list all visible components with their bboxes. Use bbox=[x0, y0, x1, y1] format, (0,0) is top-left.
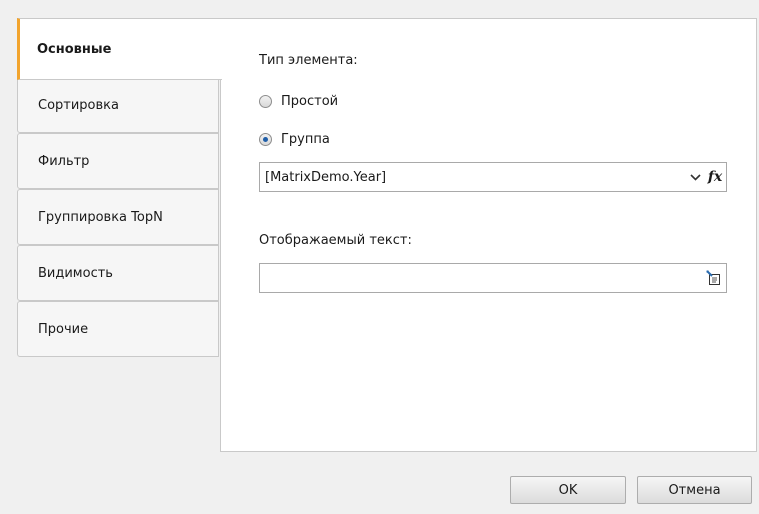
display-text-field[interactable] bbox=[259, 263, 727, 293]
tab-label: Фильтр bbox=[38, 153, 90, 169]
ok-button[interactable]: OK bbox=[510, 476, 626, 504]
tab-label: Основные bbox=[37, 41, 112, 57]
tab-other[interactable]: Прочие bbox=[17, 301, 219, 357]
radio-group-label: Группа bbox=[281, 132, 330, 147]
tab-sorting[interactable]: Сортировка bbox=[17, 77, 219, 133]
display-text-label: Отображаемый текст: bbox=[259, 233, 412, 248]
radio-circle-simple[interactable] bbox=[259, 95, 272, 108]
tab-topn-grouping[interactable]: Группировка TopN bbox=[17, 189, 219, 245]
tab-main[interactable]: Основные bbox=[17, 18, 222, 80]
radio-simple-label: Простой bbox=[281, 94, 339, 109]
element-type-label: Тип элемента: bbox=[259, 53, 358, 68]
tab-filter[interactable]: Фильтр bbox=[17, 133, 219, 189]
group-properties-dialog: Основные Сортировка Фильтр Группировка T… bbox=[0, 0, 759, 514]
group-expression-combobox[interactable]: [MatrixDemo.Year] fx bbox=[259, 162, 727, 192]
radio-circle-group[interactable] bbox=[259, 133, 272, 146]
radio-group[interactable]: Группа bbox=[259, 132, 330, 147]
radio-simple[interactable]: Простой bbox=[259, 94, 338, 109]
tab-label: Прочие bbox=[38, 321, 89, 337]
tab-label: Видимость bbox=[38, 265, 113, 281]
chevron-down-icon[interactable] bbox=[686, 170, 704, 184]
tab-label: Сортировка bbox=[38, 97, 119, 113]
cancel-button[interactable]: Отмена bbox=[637, 476, 752, 504]
edit-expression-icon[interactable] bbox=[702, 270, 726, 286]
tab-visibility[interactable]: Видимость bbox=[17, 245, 219, 301]
group-expression-value[interactable]: [MatrixDemo.Year] bbox=[260, 170, 686, 185]
fx-expression-icon[interactable]: fx bbox=[704, 169, 726, 185]
tab-label: Группировка TopN bbox=[38, 209, 163, 225]
tab-content-panel: Тип элемента: Простой Группа [MatrixDemo… bbox=[220, 18, 757, 452]
